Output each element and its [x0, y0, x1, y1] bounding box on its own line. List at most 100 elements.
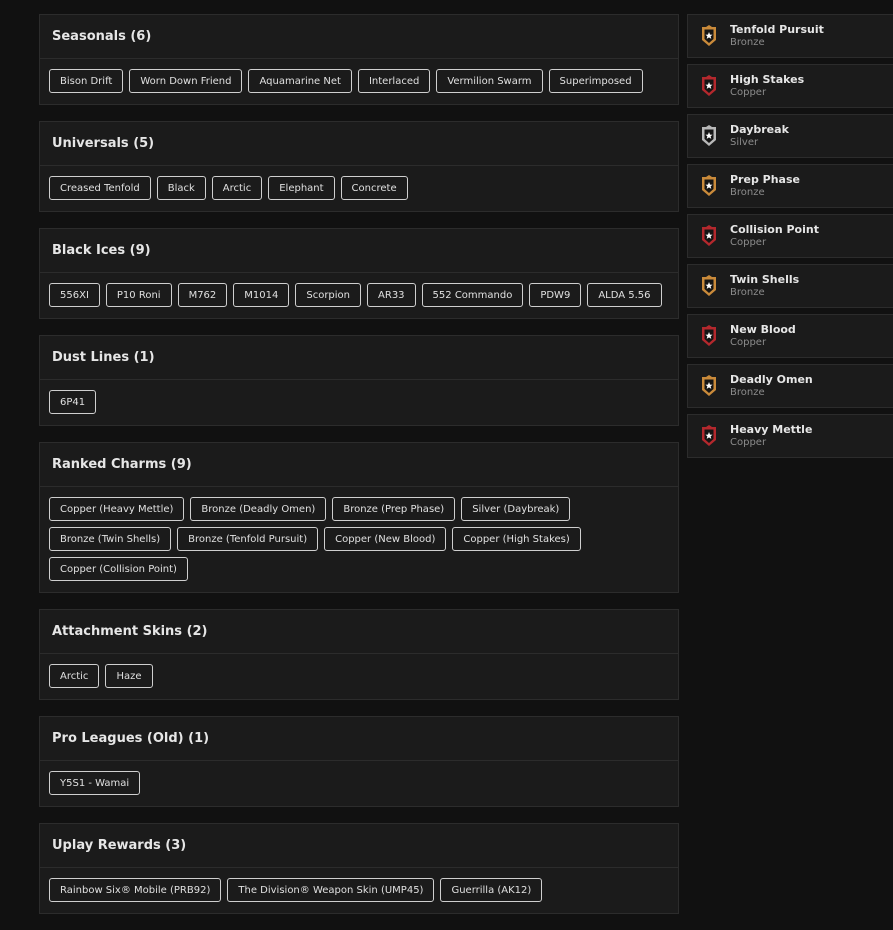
rank-badge-new-blood[interactable]: New Blood Copper — [687, 314, 893, 358]
rank-badge-text: New Blood Copper — [730, 323, 796, 349]
rank-badge-collision-point[interactable]: Collision Point Copper — [687, 214, 893, 258]
section-card-dust-lines-1: Dust Lines (1) 6P41 — [39, 335, 679, 426]
rank-badge-heavy-mettle[interactable]: Heavy Mettle Copper — [687, 414, 893, 458]
rank-badge-prep-phase[interactable]: Prep Phase Bronze — [687, 164, 893, 208]
item-tag[interactable]: Haze — [105, 664, 153, 688]
rank-copper-icon — [702, 425, 716, 446]
rank-badge-name: Heavy Mettle — [730, 423, 813, 436]
rank-badge-name: Tenfold Pursuit — [730, 23, 824, 36]
item-tag[interactable]: Elephant — [268, 176, 335, 200]
rank-badge-tier: Silver — [730, 137, 759, 148]
section-title: Attachment Skins (2) — [40, 610, 678, 654]
rank-badge-twin-shells[interactable]: Twin Shells Bronze — [687, 264, 893, 308]
rank-badge-text: Prep Phase Bronze — [730, 173, 800, 199]
section-card-black-ices-9: Black Ices (9) 556XI P10 Roni M762 M1014 Scor… — [39, 228, 679, 319]
rank-badge-text: Tenfold Pursuit Bronze — [730, 23, 824, 49]
item-tag[interactable]: M762 — [177, 283, 228, 307]
item-tag[interactable]: Vermilion Swarm — [436, 69, 543, 93]
rank-copper-icon — [702, 75, 716, 96]
rank-badge-tier: Copper — [730, 337, 767, 348]
item-tag[interactable]: Copper (Heavy Mettle) — [49, 497, 185, 521]
item-tag[interactable]: Y5S1 - Wamai — [49, 771, 141, 795]
rank-badge-name: Prep Phase — [730, 173, 800, 186]
section-title: Black Ices (9) — [40, 229, 678, 273]
item-tag[interactable]: Guerrilla (AK12) — [440, 878, 543, 902]
rank-badge-text: High Stakes Copper — [730, 73, 804, 99]
item-tag[interactable]: P10 Roni — [105, 283, 172, 307]
item-tag[interactable]: Bronze (Deadly Omen) — [190, 497, 327, 521]
section-tag-list: Arctic Haze — [40, 654, 678, 699]
item-tag[interactable]: PDW9 — [529, 283, 582, 307]
rank-badge-tier: Copper — [730, 237, 767, 248]
rank-copper-icon — [702, 325, 716, 346]
rank-copper-icon — [702, 225, 716, 246]
item-tag[interactable]: Aquamarine Net — [248, 69, 352, 93]
item-tag[interactable]: Bronze (Prep Phase) — [332, 497, 456, 521]
rank-badge-text: Collision Point Copper — [730, 223, 819, 249]
item-tag[interactable]: ALDA 5.56 — [587, 283, 662, 307]
rank-bronze-icon — [702, 175, 716, 196]
section-title: Pro Leagues (Old) (1) — [40, 717, 678, 761]
item-tag[interactable]: Bronze (Tenfold Pursuit) — [177, 527, 319, 551]
rank-badge-tier: Copper — [730, 437, 767, 448]
section-title: Uplay Rewards (3) — [40, 824, 678, 868]
item-tag[interactable]: AR33 — [367, 283, 416, 307]
item-tag[interactable]: Arctic — [211, 176, 263, 200]
item-tag[interactable]: Bronze (Twin Shells) — [49, 527, 172, 551]
rank-badge-text: Daybreak Silver — [730, 123, 789, 149]
section-title: Dust Lines (1) — [40, 336, 678, 380]
item-tag[interactable]: Worn Down Friend — [129, 69, 243, 93]
item-tag[interactable]: Copper (High Stakes) — [452, 527, 581, 551]
item-tag[interactable]: Arctic — [49, 664, 100, 688]
rank-bronze-icon — [702, 375, 716, 396]
item-tag[interactable]: Scorpion — [295, 283, 362, 307]
section-card-seasonals-6: Seasonals (6) Bison Drift Worn Down Friend… — [39, 14, 679, 105]
item-tag[interactable]: Copper (Collision Point) — [49, 557, 188, 581]
rank-badge-high-stakes[interactable]: High Stakes Copper — [687, 64, 893, 108]
section-tag-list: Bison Drift Worn Down Friend Aquamarine Ne… — [40, 59, 678, 104]
collection-sections: Seasonals (6) Bison Drift Worn Down Friend… — [39, 14, 679, 930]
item-tag[interactable]: Black — [156, 176, 206, 200]
item-tag[interactable]: Copper (New Blood) — [324, 527, 447, 551]
rank-badge-daybreak[interactable]: Daybreak Silver — [687, 114, 893, 158]
rank-bronze-icon — [702, 25, 716, 46]
rank-bronze-icon — [702, 275, 716, 296]
rank-badge-name: High Stakes — [730, 73, 805, 86]
section-title: Universals (5) — [40, 122, 678, 166]
section-card-pro-leagues-old-1: Pro Leagues (Old) (1) Y5S1 - Wamai — [39, 716, 679, 807]
rank-badge-tenfold-pursuit[interactable]: Tenfold Pursuit Bronze — [687, 14, 893, 58]
section-title: Ranked Charms (9) — [40, 443, 678, 487]
item-tag[interactable]: Silver (Daybreak) — [461, 497, 571, 521]
item-tag[interactable]: Superimposed — [548, 69, 643, 93]
section-tag-list: Creased Tenfold Black Arctic Elephant Concre… — [40, 166, 678, 211]
item-tag[interactable]: Rainbow Six® Mobile (PRB92) — [49, 878, 222, 902]
item-tag[interactable]: The Division® Weapon Skin (UMP45) — [227, 878, 435, 902]
rank-badge-text: Deadly Omen Bronze — [730, 373, 813, 399]
item-tag[interactable]: M1014 — [233, 283, 290, 307]
item-tag[interactable]: Bison Drift — [49, 69, 124, 93]
rank-badge-name: Daybreak — [730, 123, 789, 136]
rank-badge-tier: Bronze — [730, 37, 765, 48]
section-title: Seasonals (6) — [40, 15, 678, 59]
section-card-ranked-charms-9: Ranked Charms (9) Copper (Heavy Mettle) Br… — [39, 442, 679, 593]
rank-badge-tier: Bronze — [730, 287, 765, 298]
item-tag[interactable]: Concrete — [340, 176, 408, 200]
rank-badge-deadly-omen[interactable]: Deadly Omen Bronze — [687, 364, 893, 408]
rank-badge-text: Twin Shells Bronze — [730, 273, 799, 299]
rank-badge-name: Deadly Omen — [730, 373, 813, 386]
section-tag-list: Copper (Heavy Mettle) Bronze (Deadly Omen… — [40, 487, 678, 592]
rank-badge-name: New Blood — [730, 323, 796, 336]
rank-badge-list: Tenfold Pursuit Bronze High Stakes Copper Da… — [687, 14, 893, 464]
item-tag[interactable]: Interlaced — [357, 69, 431, 93]
item-tag[interactable]: 556XI — [49, 283, 100, 307]
section-tag-list: Rainbow Six® Mobile (PRB92) The Division®… — [40, 868, 678, 913]
section-card-attachment-skins-2: Attachment Skins (2) Arctic Haze — [39, 609, 679, 700]
section-card-universals-5: Universals (5) Creased Tenfold Black Arctic… — [39, 121, 679, 212]
section-tag-list: 6P41 — [40, 380, 678, 425]
section-tag-list: 556XI P10 Roni M762 M1014 Scorpion AR33 552 Co… — [40, 273, 678, 318]
item-tag[interactable]: 6P41 — [49, 390, 97, 414]
item-tag[interactable]: Creased Tenfold — [49, 176, 151, 200]
rank-badge-name: Twin Shells — [730, 273, 800, 286]
item-tag[interactable]: 552 Commando — [421, 283, 524, 307]
rank-badge-text: Heavy Mettle Copper — [730, 423, 812, 449]
